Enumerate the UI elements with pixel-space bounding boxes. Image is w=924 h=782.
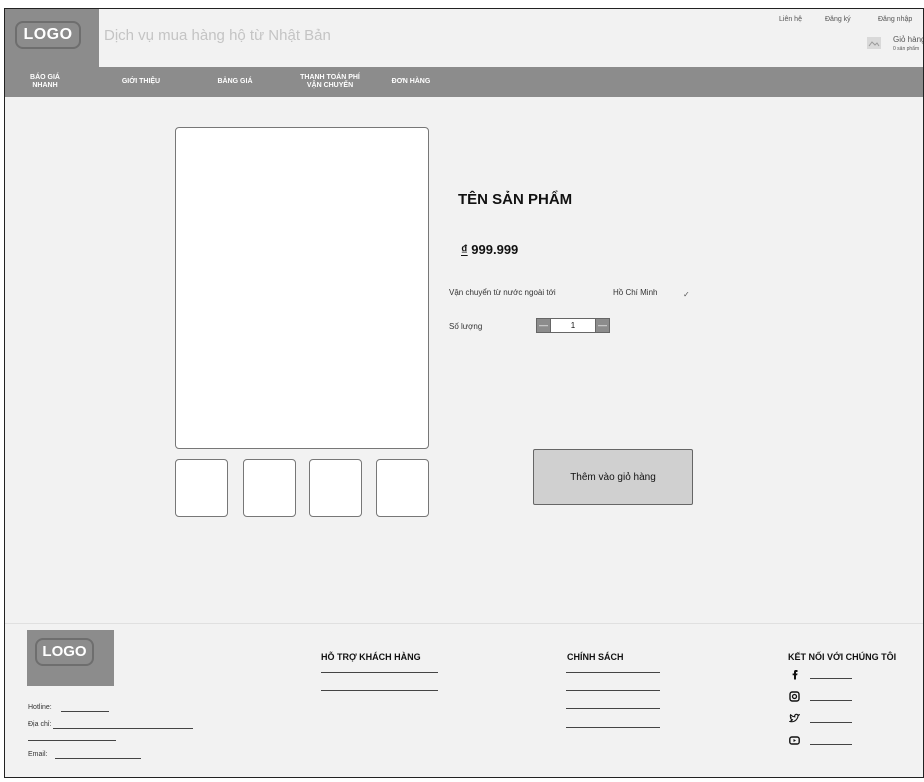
product-thumbnail[interactable]: [309, 459, 362, 517]
nav-about[interactable]: GIỚI THIỆU: [111, 67, 171, 97]
youtube-icon[interactable]: [789, 735, 800, 746]
contact-link[interactable]: Liên hệ: [779, 16, 802, 23]
register-link[interactable]: Đăng ký: [825, 16, 851, 23]
currency-symbol: ₫: [461, 242, 468, 257]
product-thumbnail[interactable]: [243, 459, 296, 517]
policy-link[interactable]: [566, 672, 660, 673]
policy-link[interactable]: [566, 690, 660, 691]
policy-link[interactable]: [566, 727, 660, 728]
email-line: [55, 758, 141, 759]
footer-logo[interactable]: LOGO: [35, 638, 94, 666]
product-main-image[interactable]: [175, 127, 429, 449]
support-link[interactable]: [321, 690, 438, 691]
footer-logo-area[interactable]: LOGO: [27, 630, 114, 686]
address-line: [53, 728, 193, 729]
support-link[interactable]: [321, 672, 438, 673]
support-heading: HỖ TRỢ KHÁCH HÀNG: [321, 652, 421, 662]
twitter-link[interactable]: [810, 722, 852, 723]
nav-quick-quote[interactable]: BÁO GIÁ NHANH: [21, 67, 69, 97]
facebook-icon[interactable]: [789, 669, 800, 680]
product-thumbnail[interactable]: [175, 459, 228, 517]
instagram-icon[interactable]: [789, 691, 800, 702]
shipping-destination-select[interactable]: Hồ Chí Minh: [613, 288, 657, 297]
minus-icon: —: [539, 320, 548, 330]
header-logo-area[interactable]: LOGO: [5, 9, 99, 67]
instagram-link[interactable]: [810, 700, 852, 701]
facebook-link[interactable]: [810, 678, 852, 679]
product-name: TÊN SẢN PHẨM: [458, 191, 573, 208]
header: LOGO Dịch vụ mua hàng hộ từ Nhật Bản Liê…: [5, 9, 923, 67]
quantity-increase-button[interactable]: —: [595, 318, 610, 333]
plus-icon: —: [598, 320, 607, 330]
nav-shipping-payment[interactable]: THANH TOÁN PHÍ VẬN CHUYỂN: [285, 67, 375, 97]
top-links: Liên hệ Đăng ký Đăng nhập: [775, 16, 923, 28]
youtube-link[interactable]: [810, 744, 852, 745]
header-logo[interactable]: LOGO: [15, 21, 81, 49]
connect-heading: KẾT NỐI VỚI CHÚNG TÔI: [788, 652, 897, 662]
policy-link[interactable]: [566, 708, 660, 709]
twitter-icon[interactable]: [788, 713, 802, 724]
main-nav: BÁO GIÁ NHANH GIỚI THIỆU BẢNG GIÁ THANH …: [5, 67, 923, 97]
nav-price-list[interactable]: BẢNG GIÁ: [205, 67, 265, 97]
chevron-down-icon[interactable]: ✓: [683, 290, 690, 299]
page-frame: LOGO Dịch vụ mua hàng hộ từ Nhật Bản Liê…: [4, 8, 924, 778]
login-link[interactable]: Đăng nhập: [878, 16, 912, 23]
quantity-input[interactable]: 1: [551, 318, 595, 333]
quantity-label: Số lượng: [449, 322, 483, 331]
cart-count: 0 sản phẩm: [893, 46, 920, 52]
cart-image-icon[interactable]: [867, 37, 881, 49]
nav-orders[interactable]: ĐƠN HÀNG: [381, 67, 441, 97]
shipping-label: Vận chuyển từ nước ngoài tới: [449, 288, 556, 297]
address-label: Địa chỉ:: [28, 721, 52, 728]
footer-divider: [5, 623, 923, 624]
cart-title[interactable]: Giỏ hàng: [893, 35, 923, 44]
price-value: 999.999: [471, 242, 519, 257]
hotline-label: Hotline:: [28, 704, 52, 711]
address-line-2: [28, 740, 116, 741]
hotline-line: [61, 711, 109, 712]
policy-heading: CHÍNH SÁCH: [567, 652, 624, 662]
product-thumbnail[interactable]: [376, 459, 429, 517]
add-to-cart-button[interactable]: Thêm vào giỏ hàng: [533, 449, 693, 505]
product-price: ₫ 999.999: [461, 242, 518, 257]
site-title: Dịch vụ mua hàng hộ từ Nhật Bản: [104, 27, 331, 44]
quantity-decrease-button[interactable]: —: [536, 318, 551, 333]
email-label: Email:: [28, 751, 48, 758]
